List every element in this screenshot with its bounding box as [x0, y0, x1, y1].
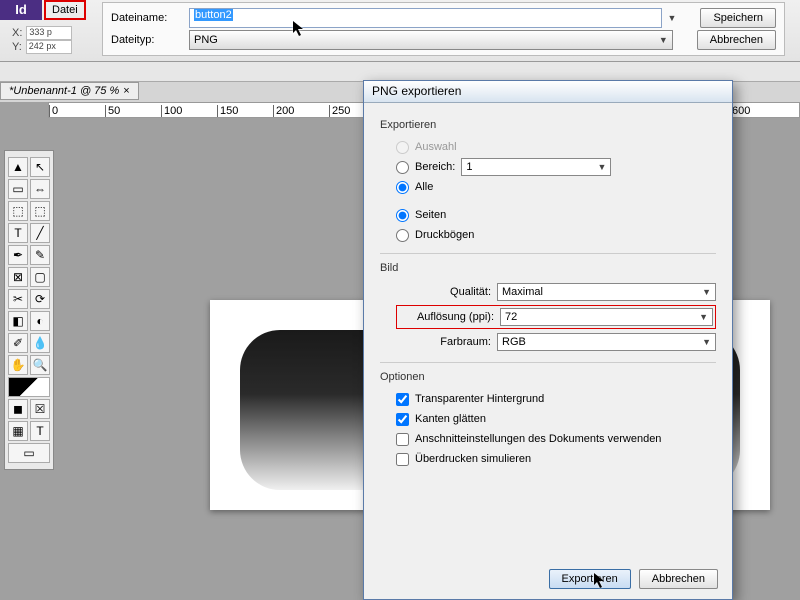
normal-view-mode[interactable]: ▦: [8, 421, 28, 441]
type-tool[interactable]: T: [8, 223, 28, 243]
free-transform-tool[interactable]: ⟳: [30, 289, 50, 309]
pen-tool[interactable]: ✒: [8, 245, 28, 265]
zoom-tool[interactable]: 🔍: [30, 355, 50, 375]
content-placer-tool[interactable]: ⬚: [30, 201, 50, 221]
cancel-save-button[interactable]: Abbrechen: [697, 30, 776, 50]
radio-all-label: Alle: [415, 181, 433, 193]
filetype-label: Dateityp:: [111, 34, 183, 46]
export-group-label: Exportieren: [380, 119, 716, 131]
png-export-dialog: PNG exportieren Exportieren Auswahl Bere…: [363, 80, 733, 600]
note-tool[interactable]: ✐: [8, 333, 28, 353]
export-button[interactable]: Exportieren: [549, 569, 631, 589]
dialog-cancel-button[interactable]: Abbrechen: [639, 569, 718, 589]
content-collector-tool[interactable]: ⬚: [8, 201, 28, 221]
dialog-title: PNG exportieren: [364, 81, 732, 103]
coord-panel: X: 333 p Y: 242 px: [12, 26, 72, 54]
line-tool[interactable]: ╱: [30, 223, 50, 243]
options-group-label: Optionen: [380, 371, 716, 383]
chk-bleed[interactable]: [396, 433, 409, 446]
chk-antialias[interactable]: [396, 413, 409, 426]
image-group-label: Bild: [380, 262, 716, 274]
chk-overprint[interactable]: [396, 453, 409, 466]
save-panel: Dateiname: button2 ▼ Speichern Dateityp:…: [102, 2, 785, 56]
radio-spreads-label: Druckbögen: [415, 229, 474, 241]
radio-selection: [396, 141, 409, 154]
close-tab-icon[interactable]: ×: [123, 85, 129, 97]
apply-none[interactable]: ☒: [30, 399, 50, 419]
hand-tool[interactable]: ✋: [8, 355, 28, 375]
filename-input[interactable]: button2: [189, 8, 662, 28]
radio-selection-label: Auswahl: [415, 141, 457, 153]
radio-range-label: Bereich:: [415, 161, 455, 173]
direct-selection-tool[interactable]: ↖: [30, 157, 50, 177]
rectangle-frame-tool[interactable]: ⊠: [8, 267, 28, 287]
screen-mode[interactable]: ▭: [8, 443, 50, 463]
document-tab[interactable]: *Unbenannt-1 @ 75 % ×: [0, 82, 139, 100]
chk-bleed-label: Anschnitteinstellungen des Dokuments ver…: [415, 433, 661, 445]
fill-stroke-swap[interactable]: [8, 377, 50, 397]
chk-transparent[interactable]: [396, 393, 409, 406]
scissors-tool[interactable]: ✂: [8, 289, 28, 309]
y-value[interactable]: 242 px: [26, 40, 72, 54]
x-value[interactable]: 333 p: [26, 26, 72, 40]
app-logo: Id: [0, 0, 42, 20]
x-label: X:: [12, 27, 22, 39]
colorspace-label: Farbraum:: [396, 336, 491, 348]
radio-pages[interactable]: [396, 209, 409, 222]
radio-spreads[interactable]: [396, 229, 409, 242]
quality-select[interactable]: Maximal▼: [497, 283, 716, 301]
resolution-label: Auflösung (ppi):: [399, 311, 494, 323]
chk-antialias-label: Kanten glätten: [415, 413, 486, 425]
radio-range[interactable]: [396, 161, 409, 174]
document-tab-label: *Unbenannt-1 @ 75 %: [9, 85, 119, 97]
page-tool[interactable]: ▭: [8, 179, 28, 199]
radio-pages-label: Seiten: [415, 209, 446, 221]
gradient-swatch-tool[interactable]: ◧: [8, 311, 28, 331]
toolbar-strip: [0, 62, 800, 82]
pencil-tool[interactable]: ✎: [30, 245, 50, 265]
gradient-feather-tool[interactable]: ◐: [30, 311, 50, 331]
eyedropper-tool[interactable]: 💧: [30, 333, 50, 353]
filetype-select[interactable]: PNG▼: [189, 30, 673, 50]
chk-transparent-label: Transparenter Hintergrund: [415, 393, 544, 405]
range-select[interactable]: 1▼: [461, 158, 611, 176]
filename-dropdown-icon[interactable]: ▼: [668, 13, 677, 23]
menu-file[interactable]: Datei: [44, 0, 86, 20]
format-text-mode[interactable]: T: [30, 421, 50, 441]
chk-overprint-label: Überdrucken simulieren: [415, 453, 531, 465]
y-label: Y:: [12, 41, 22, 53]
colorspace-select[interactable]: RGB▼: [497, 333, 716, 351]
radio-all[interactable]: [396, 181, 409, 194]
chevron-down-icon: ▼: [659, 35, 668, 45]
filename-label: Dateiname:: [111, 12, 183, 24]
apply-color[interactable]: ◼: [8, 399, 28, 419]
toolbox: ▲↖ ▭⇔ ⬚⬚ T╱ ✒✎ ⊠▢ ✂⟳ ◧◐ ✐💧 ✋🔍 ◼☒ ▦T ▭: [4, 150, 54, 470]
quality-label: Qualität:: [396, 286, 491, 298]
resolution-select[interactable]: 72▼: [500, 308, 713, 326]
selection-tool[interactable]: ▲: [8, 157, 28, 177]
save-button[interactable]: Speichern: [700, 8, 776, 28]
rectangle-tool[interactable]: ▢: [30, 267, 50, 287]
gap-tool[interactable]: ⇔: [30, 179, 50, 199]
